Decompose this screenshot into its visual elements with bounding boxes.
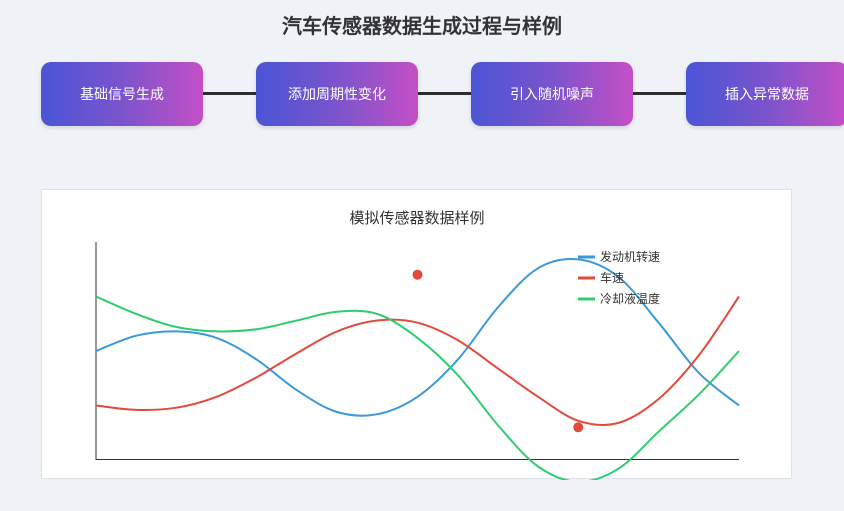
chart-title: 模拟传感器数据样例 xyxy=(349,209,484,227)
step-label: 插入异常数据 xyxy=(725,87,809,103)
step-label: 引入随机噪声 xyxy=(510,87,594,103)
legend-label-0: 发动机转速 xyxy=(600,249,660,264)
anomaly-point-0 xyxy=(412,269,423,280)
step-periodic-change: 添加周期性变化 xyxy=(256,62,418,126)
flow-connector xyxy=(413,92,475,95)
step-insert-anomaly: 插入异常数据 xyxy=(686,62,844,126)
sensor-line-chart: 模拟传感器数据样例 发动机转速车速冷却液温度 xyxy=(95,209,740,480)
anomaly-layer xyxy=(412,269,584,433)
legend-label-1: 车速 xyxy=(600,270,624,285)
series-line-1 xyxy=(95,295,740,426)
process-flow: 基础信号生成 添加周期性变化 引入随机噪声 插入异常数据 xyxy=(0,62,844,126)
series-line-2 xyxy=(95,295,740,480)
chart-legend: 发动机转速车速冷却液温度 xyxy=(578,249,660,306)
step-basic-signal: 基础信号生成 xyxy=(41,62,203,126)
flow-connector xyxy=(628,92,690,95)
flow-connector xyxy=(198,92,260,95)
legend-label-2: 冷却液温度 xyxy=(600,291,660,306)
step-random-noise: 引入随机噪声 xyxy=(471,62,633,126)
page-title: 汽车传感器数据生成过程与样例 xyxy=(282,14,562,38)
step-label: 基础信号生成 xyxy=(80,87,164,103)
step-label: 添加周期性变化 xyxy=(288,87,386,103)
chart-panel: 模拟传感器数据样例 发动机转速车速冷却液温度 xyxy=(41,189,792,480)
anomaly-point-1 xyxy=(573,422,584,433)
